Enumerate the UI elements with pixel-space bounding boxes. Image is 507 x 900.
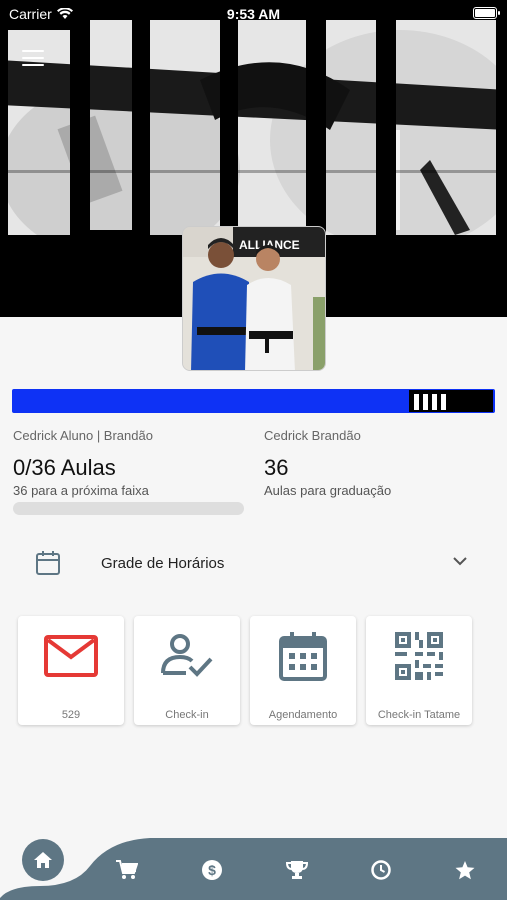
- user-check-icon: [161, 634, 213, 677]
- scheduling-card[interactable]: Agendamento: [250, 616, 356, 725]
- status-bar: Carrier 9:53 AM: [0, 0, 507, 28]
- qr-code-icon: [395, 632, 443, 680]
- belt-stripe: [441, 394, 446, 410]
- nav-trophies-button[interactable]: [285, 858, 309, 882]
- checkin-card[interactable]: Check-in: [134, 616, 240, 725]
- belt-stripe: [432, 394, 437, 410]
- bottom-navigation: [0, 838, 507, 900]
- home-icon: [34, 852, 52, 868]
- chevron-down-icon: [453, 557, 467, 566]
- tatame-checkin-card[interactable]: Check-in Tatame: [366, 616, 472, 725]
- schedule-dropdown[interactable]: Grade de Horários: [0, 540, 507, 586]
- schedule-label: Grade de Horários: [101, 555, 225, 572]
- battery-icon: [473, 7, 500, 19]
- clock-icon: [371, 860, 391, 880]
- belt-stripe: [423, 394, 428, 410]
- jiu-jitsu-banner-image: [0, 20, 507, 260]
- belt-progress-bar: [13, 502, 244, 515]
- scheduling-label: Agendamento: [268, 709, 338, 721]
- star-icon: [455, 860, 475, 879]
- belt-rank-bar: [12, 389, 495, 413]
- menu-button[interactable]: [22, 50, 44, 68]
- trophy-icon: [286, 861, 308, 879]
- graduation-classes-total: 36: [264, 455, 289, 480]
- clock-time: 9:53 AM: [226, 6, 281, 22]
- classes-count: 0/36 Aulas: [13, 455, 116, 480]
- calendar-grid-icon: [279, 632, 327, 681]
- student-stats: Cedrick Aluno | Brandão 0/36 Aulas 36 pa…: [13, 428, 253, 498]
- calendar-icon: [36, 551, 60, 575]
- svg-text:$: $: [208, 862, 216, 878]
- belt-black-tip: [409, 390, 493, 412]
- messages-count: 529: [61, 709, 81, 721]
- checkin-label: Check-in: [165, 709, 209, 721]
- nav-store-button[interactable]: [115, 858, 139, 882]
- mail-icon: [44, 635, 98, 677]
- tatame-checkin-label: Check-in Tatame: [377, 709, 461, 721]
- graduation-label: Aulas para graduação: [264, 483, 392, 498]
- nav-home-button[interactable]: [22, 839, 64, 881]
- profile-photo[interactable]: ALLIANCE: [182, 226, 326, 371]
- belt-stripe: [414, 394, 419, 410]
- cart-icon: [116, 860, 138, 879]
- instructor-stats: Cedrick Brandão 36 Aulas para graduação: [264, 428, 504, 498]
- messages-card[interactable]: 529: [18, 616, 124, 725]
- student-name: Cedrick Aluno | Brandão: [13, 428, 153, 443]
- nav-favorites-button[interactable]: [453, 858, 477, 882]
- instructor-name: Cedrick Brandão: [264, 428, 361, 443]
- dollar-icon: $: [202, 860, 222, 880]
- nav-history-button[interactable]: [369, 858, 393, 882]
- nav-finance-button[interactable]: $: [200, 858, 224, 882]
- next-belt-text: 36 para a próxima faixa: [13, 483, 149, 498]
- profile-photo-image: ALLIANCE: [183, 227, 325, 370]
